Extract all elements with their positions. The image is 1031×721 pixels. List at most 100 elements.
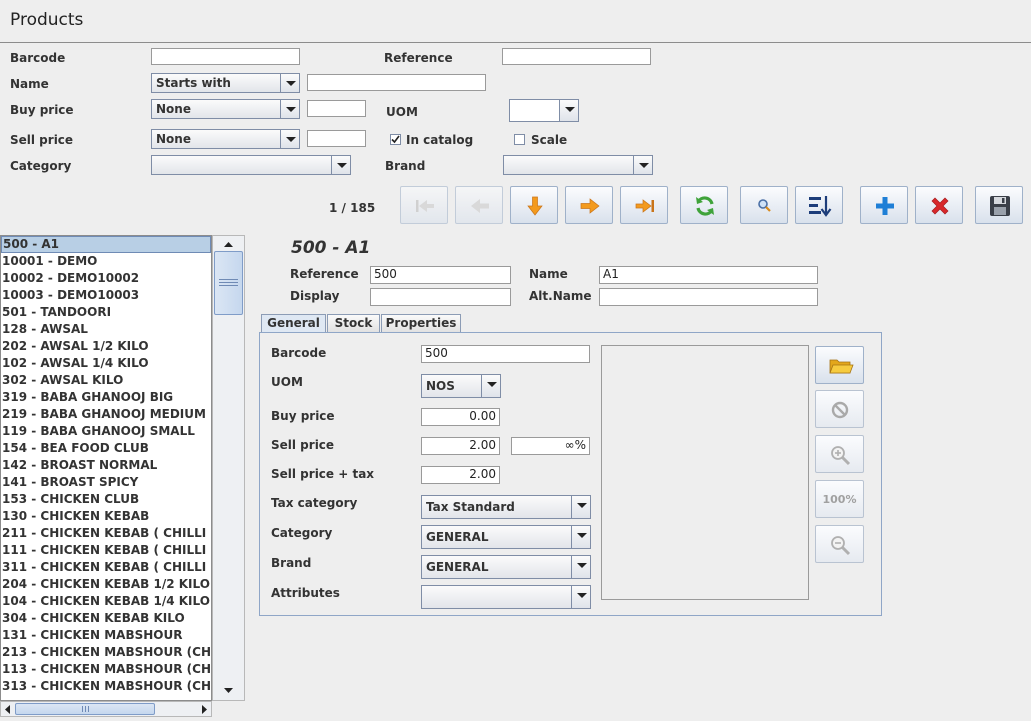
chevron-down-icon[interactable] [280, 100, 299, 118]
product-list[interactable]: 500 - A1 10001 - DEMO 10002 - DEMO10002 100… [0, 235, 212, 701]
first-record-button[interactable] [400, 186, 448, 224]
filter-sell-price-mode-select[interactable]: None [151, 129, 300, 149]
product-list-item[interactable]: 104 - CHICKEN KEBAB 1/4 KILO [1, 593, 211, 610]
search-button[interactable] [740, 186, 788, 224]
tab-stock[interactable]: Stock [327, 314, 380, 333]
chevron-down-icon[interactable] [481, 375, 500, 397]
filter-name-mode-select[interactable]: Starts with [151, 73, 300, 93]
tab-general[interactable]: General [261, 314, 326, 334]
chevron-down-icon[interactable] [571, 496, 590, 518]
product-list-item[interactable]: 219 - BABA GHANOOJ MEDIUM [1, 406, 211, 423]
scroll-right-icon[interactable] [199, 704, 209, 718]
product-list-horizontal-scrollbar[interactable] [0, 701, 212, 717]
filter-barcode-input[interactable] [151, 48, 300, 65]
product-list-item[interactable]: 213 - CHICKEN MABSHOUR (CHILLI) 1/ [1, 644, 211, 661]
product-list-item[interactable]: 154 - BEA FOOD CLUB [1, 440, 211, 457]
general-attributes-select[interactable] [421, 585, 591, 609]
detail-name-input[interactable]: A1 [599, 266, 818, 284]
product-list-item[interactable]: 202 - AWSAL 1/2 KILO [1, 338, 211, 355]
zoom-in-button[interactable] [815, 435, 864, 473]
product-list-item[interactable]: 141 - BROAST SPICY [1, 474, 211, 491]
chevron-down-icon[interactable] [280, 74, 299, 92]
product-list-item[interactable]: 119 - BABA GHANOOJ SMALL [1, 423, 211, 440]
general-margin-input[interactable]: ∞% [511, 437, 590, 455]
product-list-body[interactable]: 500 - A1 10001 - DEMO 10002 - DEMO10002 100… [1, 236, 211, 695]
chevron-down-icon[interactable] [331, 156, 350, 174]
product-list-item[interactable]: 319 - BABA GHANOOJ BIG [1, 389, 211, 406]
chevron-down-icon[interactable] [633, 156, 652, 174]
filter-buy-price-mode-select[interactable]: None [151, 99, 300, 119]
detail-reference-input[interactable]: 500 [370, 266, 511, 284]
record-separator: / [341, 201, 346, 215]
general-tax-category-select[interactable]: Tax Standard [421, 495, 591, 519]
product-list-item[interactable]: 313 - CHICKEN MABSHOUR (CHILLI) KI [1, 678, 211, 695]
general-uom-select[interactable]: NOS [421, 374, 501, 398]
remove-image-button[interactable] [815, 390, 864, 428]
product-list-item[interactable]: 113 - CHICKEN MABSHOUR (CHILLI) 1/ [1, 661, 211, 678]
product-list-item[interactable]: 142 - BROAST NORMAL [1, 457, 211, 474]
product-list-item[interactable]: 102 - AWSAL 1/4 KILO [1, 355, 211, 372]
product-list-item[interactable]: 153 - CHICKEN CLUB [1, 491, 211, 508]
scroll-up-icon[interactable] [215, 238, 242, 251]
chevron-down-icon[interactable] [559, 100, 578, 121]
scroll-left-icon[interactable] [3, 704, 13, 718]
product-list-item[interactable]: 128 - AWSAL [1, 321, 211, 338]
scroll-thumb[interactable] [214, 251, 243, 315]
chevron-down-icon[interactable] [571, 526, 590, 548]
filter-sell-price-input[interactable] [307, 130, 366, 147]
sort-button[interactable] [795, 186, 843, 224]
new-record-button[interactable] [860, 186, 908, 224]
product-list-item[interactable]: 10001 - DEMO [1, 253, 211, 270]
product-list-item[interactable]: 304 - CHICKEN KEBAB KILO [1, 610, 211, 627]
chevron-down-icon[interactable] [280, 130, 299, 148]
zoom-reset-button[interactable]: 100% [815, 480, 864, 518]
product-list-item[interactable]: 111 - CHICKEN KEBAB ( CHILLI ) 1/4 KI [1, 542, 211, 559]
product-list-item[interactable]: 130 - CHICKEN KEBAB [1, 508, 211, 525]
product-list-item[interactable]: 311 - CHICKEN KEBAB ( CHILLI ) KILO [1, 559, 211, 576]
reload-button[interactable] [680, 186, 728, 224]
product-list-item[interactable]: 204 - CHICKEN KEBAB 1/2 KILO [1, 576, 211, 593]
zoom-out-button[interactable] [815, 525, 864, 563]
chevron-down-icon[interactable] [571, 556, 590, 578]
general-sell-price-input[interactable]: 2.00 [421, 437, 500, 455]
filter-uom-label: UOM [386, 105, 418, 119]
product-list-item[interactable]: 501 - TANDOORI [1, 304, 211, 321]
filter-buy-price-input[interactable] [307, 100, 366, 117]
save-record-button[interactable] [975, 186, 1023, 224]
filter-reference-input[interactable] [502, 48, 651, 65]
next-record-button[interactable] [565, 186, 613, 224]
general-category-select[interactable]: GENERAL [421, 525, 591, 549]
detail-altname-input[interactable] [599, 288, 818, 306]
scale-checkbox[interactable] [514, 134, 525, 145]
chevron-down-icon[interactable] [571, 586, 590, 608]
filter-brand-select[interactable] [503, 155, 653, 175]
hscroll-thumb[interactable] [15, 703, 155, 715]
general-brand-select[interactable]: GENERAL [421, 555, 591, 579]
general-barcode-input[interactable]: 500 [421, 345, 590, 363]
filter-uom-select[interactable] [509, 99, 579, 122]
previous-record-button[interactable] [455, 186, 503, 224]
general-sell-price-tax-input[interactable]: 2.00 [421, 466, 500, 484]
product-list-item[interactable]: 10002 - DEMO10002 [1, 270, 211, 287]
scroll-down-icon[interactable] [215, 684, 242, 697]
filter-category-select[interactable] [151, 155, 351, 175]
general-sell-price-tax-label: Sell price + tax [271, 467, 375, 481]
filter-reference-label: Reference [384, 51, 453, 65]
record-total: 185 [350, 201, 376, 215]
product-list-item[interactable]: 302 - AWSAL KILO [1, 372, 211, 389]
product-list-item[interactable]: 10003 - DEMO10003 [1, 287, 211, 304]
in-catalog-checkbox[interactable] [390, 134, 401, 145]
filter-name-input[interactable] [307, 74, 486, 91]
open-image-button[interactable] [815, 346, 864, 384]
product-list-item[interactable]: 211 - CHICKEN KEBAB ( CHILLI ) 1/2 KI [1, 525, 211, 542]
last-record-button[interactable] [620, 186, 668, 224]
left-arrow-icon [471, 199, 489, 213]
product-list-item[interactable]: 500 - A1 [1, 236, 211, 253]
product-list-vertical-scrollbar[interactable] [212, 235, 245, 701]
product-list-item[interactable]: 131 - CHICKEN MABSHOUR [1, 627, 211, 644]
next-down-button[interactable] [510, 186, 558, 224]
tab-properties[interactable]: Properties [381, 314, 461, 333]
detail-display-input[interactable] [370, 288, 511, 306]
delete-record-button[interactable] [915, 186, 963, 224]
general-buy-price-input[interactable]: 0.00 [421, 408, 500, 426]
